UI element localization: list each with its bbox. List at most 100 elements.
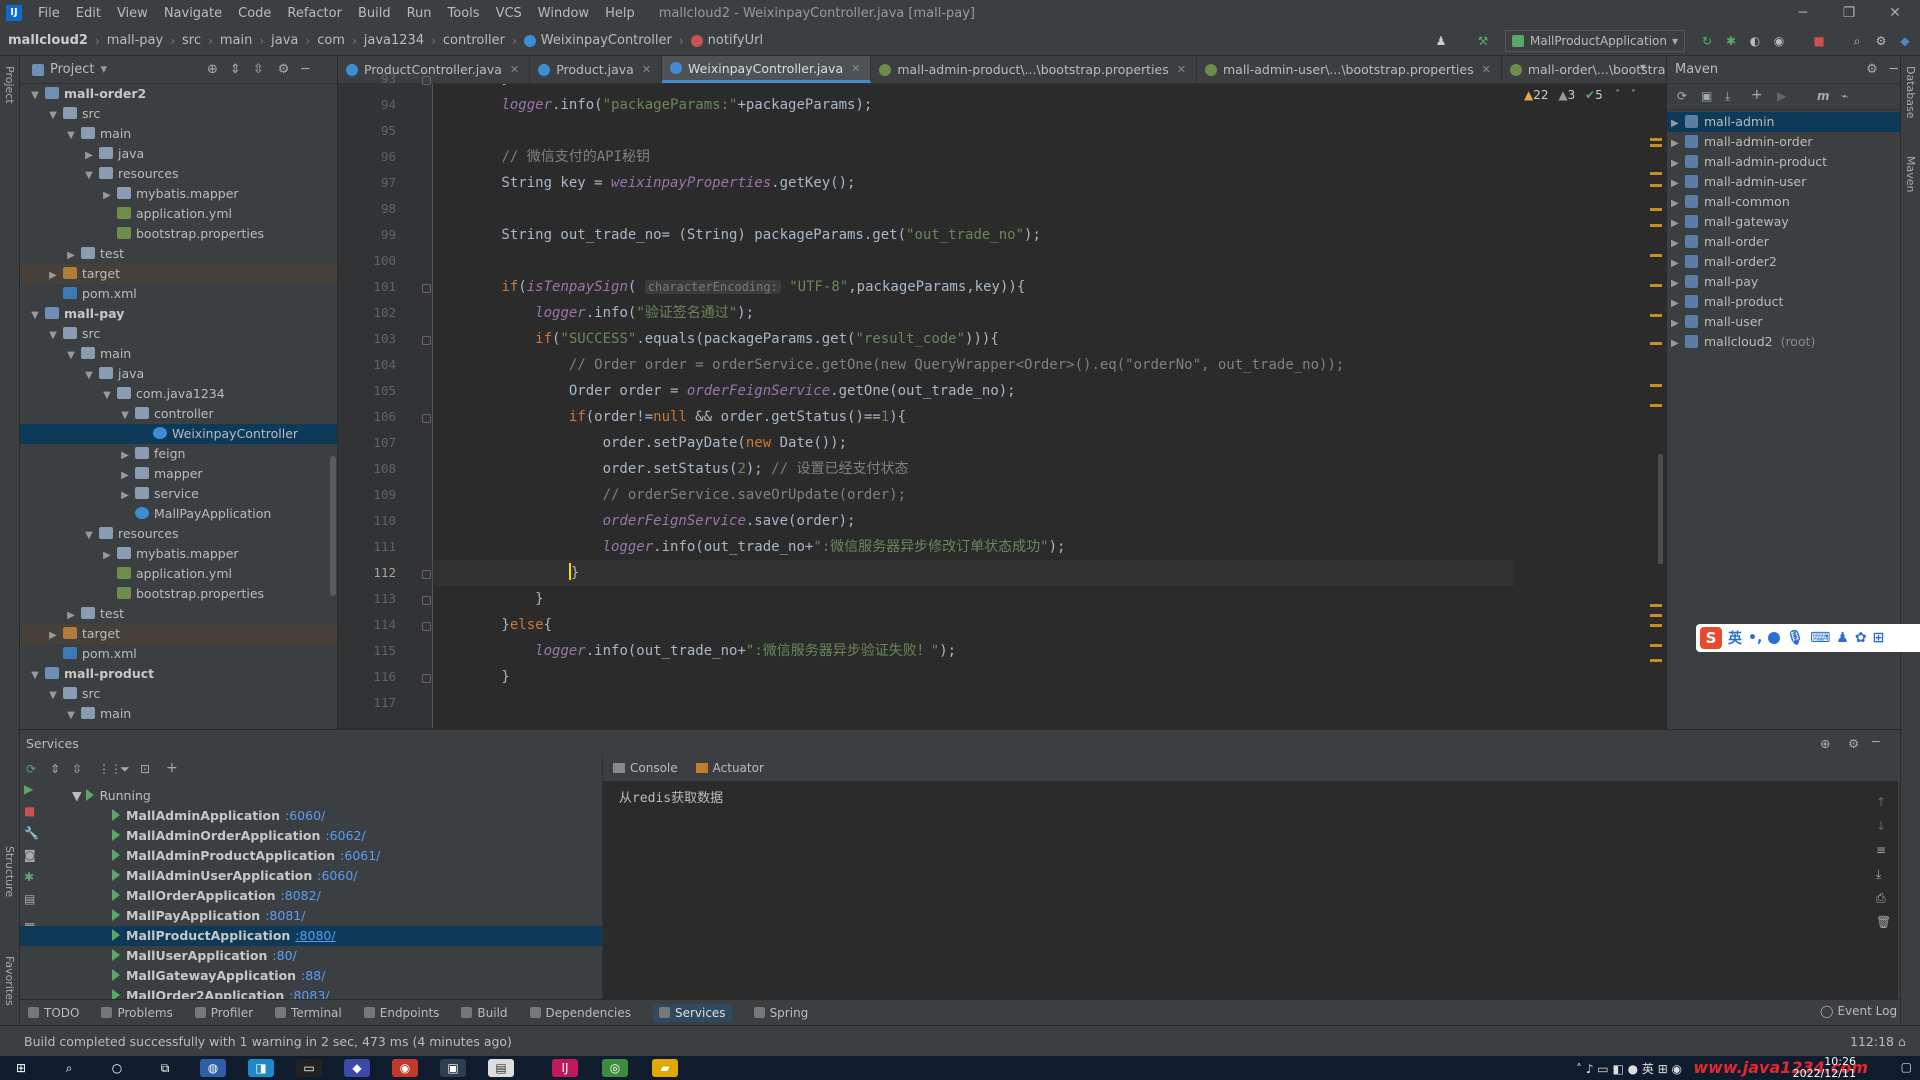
clock[interactable]: 10:26 2022/12/11 <box>1793 1056 1856 1080</box>
hide-icon[interactable]: ─ <box>301 62 309 77</box>
punctuation-icon[interactable]: •, <box>1748 630 1762 646</box>
search-icon[interactable]: ⌕ <box>56 1059 82 1077</box>
chevron-up-icon[interactable]: ˆ <box>1615 88 1621 102</box>
toolwindow-problems[interactable]: Problems <box>101 1006 173 1020</box>
maven-project-item[interactable]: ▶ mall-admin-user <box>1667 172 1901 192</box>
hide-icon[interactable]: ─ <box>1890 62 1898 77</box>
tree-item[interactable]: ▼ com.java1234 <box>20 384 337 404</box>
print-icon[interactable]: ⎙ <box>1876 891 1894 915</box>
tree-item[interactable]: pom.xml <box>20 284 337 304</box>
fold-marker-icon[interactable] <box>422 414 431 423</box>
tree-item[interactable]: ▼ src <box>20 324 337 344</box>
tree-item[interactable]: ▼ main <box>20 124 337 144</box>
tree-scrollbar[interactable] <box>330 456 336 596</box>
collapse-all-icon[interactable]: ⇳ <box>253 62 264 77</box>
chevron-down-icon[interactable]: ▾ <box>100 62 107 77</box>
menu-vcs[interactable]: VCS <box>488 6 530 21</box>
locate-icon[interactable]: ⊕ <box>207 62 218 77</box>
service-port-link[interactable]: :6060/ <box>317 868 357 883</box>
service-item[interactable]: MallAdminProductApplication:6061/ <box>20 846 602 866</box>
editor-tab[interactable]: mall-admin-product\...\bootstrap.propert… <box>871 56 1197 83</box>
service-item[interactable]: MallOrderApplication:8082/ <box>20 886 602 906</box>
profile-icon[interactable]: ◉ <box>1770 32 1788 50</box>
code-line[interactable]: String key = weixinpayProperties.getKey(… <box>434 170 855 196</box>
tree-item[interactable]: ▼ mall-pay <box>20 304 337 324</box>
menu-navigate[interactable]: Navigate <box>156 6 230 21</box>
breadcrumb-item[interactable]: mallcloud2 <box>8 33 88 48</box>
tree-item[interactable]: ▶ mybatis.mapper <box>20 544 337 564</box>
event-log-button[interactable]: ◯ Event Log <box>1820 1004 1897 1018</box>
maven-project-item[interactable]: ▶ mall-order2 <box>1667 252 1901 272</box>
service-port-link[interactable]: :88/ <box>301 968 325 983</box>
run-icon[interactable]: ▶ <box>1777 89 1786 103</box>
tree-item[interactable]: ▶ target <box>20 264 337 284</box>
chevron-right-icon[interactable]: ▶ <box>1671 174 1685 194</box>
error-stripe[interactable] <box>1644 84 1664 728</box>
cortana-icon[interactable]: ○ <box>104 1059 130 1077</box>
user-icon[interactable]: ♟ <box>1432 32 1450 50</box>
tree-item[interactable]: ▶ mybatis.mapper <box>20 184 337 204</box>
expand-all-icon[interactable]: ⇕ <box>230 62 241 77</box>
trash-icon[interactable]: 🗑 <box>1876 915 1894 939</box>
gear-icon[interactable]: ⚙ <box>1866 62 1878 77</box>
menu-view[interactable]: View <box>109 6 156 21</box>
tree-item[interactable]: ▼ mall-order2 <box>20 84 337 104</box>
services-group-running[interactable]: ▼ Running <box>20 788 602 806</box>
menu-help[interactable]: Help <box>597 6 643 21</box>
hide-icon[interactable]: ─ <box>1872 734 1880 749</box>
chevron-down-icon[interactable]: ▼ <box>46 106 60 126</box>
chevron-right-icon[interactable]: ▶ <box>64 246 78 266</box>
editor-tab[interactable]: WeixinpayController.java ✕ <box>662 56 872 83</box>
service-item[interactable]: MallPayApplication:8081/ <box>20 906 602 926</box>
menu-refactor[interactable]: Refactor <box>279 6 350 21</box>
code-line[interactable]: orderFeignService.save(order); <box>434 508 856 534</box>
tree-item[interactable]: ▶ java <box>20 144 337 164</box>
code-line[interactable]: String out_trade_no= (String) packagePar… <box>434 222 1040 248</box>
code-line[interactable]: if("SUCCESS".equals(packageParams.get("r… <box>434 326 999 352</box>
chevron-right-icon[interactable]: ▶ <box>100 186 114 206</box>
breadcrumb-item[interactable]: controller <box>443 33 505 48</box>
tree-item[interactable]: ▼ main <box>20 344 337 364</box>
tree-item[interactable]: application.yml <box>20 204 337 224</box>
voice-icon[interactable]: 🎙 <box>1786 630 1804 646</box>
service-port-link[interactable]: :8082/ <box>281 888 321 903</box>
code-line[interactable]: if(isTenpaySign( characterEncoding: "UTF… <box>434 274 1025 300</box>
scroll-end-icon[interactable]: ⤓ <box>1876 867 1894 891</box>
jetbrains-toolbox-icon[interactable]: ◆ <box>1896 32 1914 50</box>
service-port-link[interactable]: :80/ <box>272 948 296 963</box>
tree-item[interactable]: ▶ mapper <box>20 464 337 484</box>
group-by-icon[interactable]: ⋮⋮ <box>98 762 122 776</box>
code-line[interactable]: Order order = orderFeignService.getOne(o… <box>434 378 1016 404</box>
close-tab-icon[interactable]: ✕ <box>510 63 519 76</box>
refresh-icon[interactable]: ⟳ <box>26 762 36 776</box>
chevron-right-icon[interactable]: ▶ <box>1671 334 1685 354</box>
tabs-menu-icon[interactable]: ▾ <box>1640 60 1646 74</box>
code-line[interactable]: // 微信支付的API秘钥 <box>434 144 650 170</box>
tree-item[interactable]: application.yml <box>20 564 337 584</box>
caret-position[interactable]: 112:18 <box>1850 1034 1894 1049</box>
app-icon[interactable]: ◍ <box>200 1059 226 1077</box>
chevron-right-icon[interactable]: ▶ <box>1671 194 1685 214</box>
code-line[interactable]: } <box>434 586 543 612</box>
toolwindow-profiler[interactable]: Profiler <box>194 1006 253 1020</box>
run-config-select[interactable]: MallProductApplication ▾ <box>1505 30 1685 52</box>
up-icon[interactable]: ↑ <box>1876 795 1894 819</box>
new-tab-icon[interactable]: ⊡ <box>140 762 150 776</box>
tree-item[interactable]: ▼ src <box>20 684 337 704</box>
maven-project-item[interactable]: ▶ mall-admin-order <box>1667 132 1901 152</box>
expand-all-icon[interactable]: ⇕ <box>50 762 60 776</box>
maven-project-item[interactable]: ▶ mall-admin <box>1667 112 1901 132</box>
toolbox-icon[interactable]: ⊞ <box>1873 630 1885 646</box>
console-output[interactable]: 从redis获取数据 <box>603 781 1898 812</box>
maven-project-item[interactable]: ▶ mall-gateway <box>1667 212 1901 232</box>
chevron-down-icon[interactable]: ▼ <box>118 406 132 426</box>
chevron-down-icon[interactable]: ▼ <box>64 126 78 146</box>
debug-icon[interactable]: ✱ <box>1722 32 1740 50</box>
rerun-icon[interactable]: ↻ <box>1698 32 1716 50</box>
coverage-icon[interactable]: ◐ <box>1746 32 1764 50</box>
chevron-down-icon[interactable]: ˇ <box>1630 88 1636 102</box>
keyboard-icon[interactable]: ⌨ <box>1810 630 1830 646</box>
chevron-right-icon[interactable]: ▶ <box>1671 234 1685 254</box>
chevron-down-icon[interactable]: ▼ <box>28 86 42 106</box>
toolwindow-endpoints[interactable]: Endpoints <box>363 1006 439 1020</box>
